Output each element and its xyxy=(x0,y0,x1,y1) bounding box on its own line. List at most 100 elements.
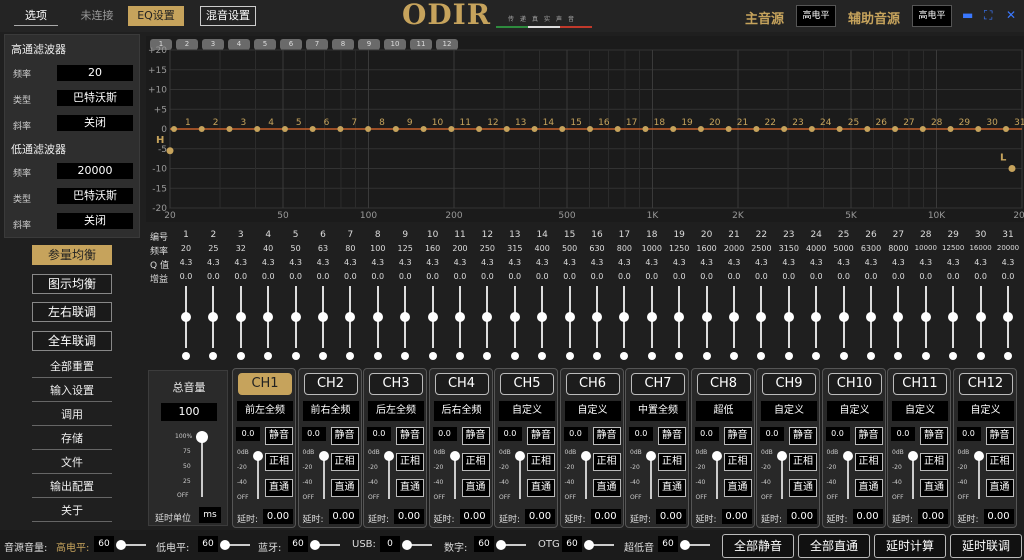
channel-volume-field[interactable]: 0.0 xyxy=(367,427,391,441)
nav-lr-link-button[interactable]: 左右联调 xyxy=(32,302,112,322)
close-icon[interactable]: ✕ xyxy=(1006,8,1016,22)
channel-volume-knob[interactable] xyxy=(973,451,984,461)
band-gain-knob[interactable] xyxy=(893,312,904,322)
eq-band-point[interactable] xyxy=(587,126,593,132)
band-gain[interactable]: 0.0 xyxy=(391,272,419,281)
channel-select-button[interactable]: CH9 xyxy=(762,373,816,395)
band-gain[interactable]: 0.0 xyxy=(994,272,1022,281)
channel-select-button[interactable]: CH1 xyxy=(238,373,292,395)
band-frequency[interactable]: 6300 xyxy=(857,244,885,253)
channel-mute-button[interactable]: 静音 xyxy=(592,427,621,445)
band-q[interactable]: 4.3 xyxy=(473,258,501,267)
band-bypass-toggle[interactable] xyxy=(702,352,711,360)
channel-phase-button[interactable]: 正相 xyxy=(723,453,752,471)
band-bypass-toggle[interactable] xyxy=(867,352,875,360)
hp-type-select[interactable]: 巴特沃斯 xyxy=(57,90,133,106)
band-frequency[interactable]: 1250 xyxy=(665,244,693,253)
band-q[interactable]: 4.3 xyxy=(391,258,419,267)
band-gain[interactable]: 0.0 xyxy=(556,272,584,281)
band-gain[interactable]: 0.0 xyxy=(693,272,721,281)
band-frequency[interactable]: 4000 xyxy=(802,244,830,253)
channel-mute-button[interactable]: 静音 xyxy=(723,427,752,445)
channel-mute-button[interactable]: 静音 xyxy=(527,427,555,445)
band-gain[interactable]: 0.0 xyxy=(446,272,474,281)
band-gain-knob[interactable] xyxy=(181,312,191,322)
channel-delay-field[interactable]: 0.00 xyxy=(852,509,883,524)
nav-store[interactable]: 存储 xyxy=(32,430,112,450)
nav-recall[interactable]: 调用 xyxy=(32,406,112,426)
band-gain[interactable]: 0.0 xyxy=(528,272,556,281)
aux-source-select[interactable]: 高电平 xyxy=(912,5,952,27)
channel-volume-knob[interactable] xyxy=(646,451,656,461)
band-q[interactable]: 4.3 xyxy=(830,258,858,267)
channel-bypass-button[interactable]: 直通 xyxy=(461,479,490,497)
band-bypass-toggle[interactable] xyxy=(593,352,601,360)
band-frequency[interactable]: 1600 xyxy=(693,244,721,253)
band-bypass-toggle[interactable] xyxy=(620,352,629,360)
band-q[interactable]: 4.3 xyxy=(665,258,693,267)
band-gain[interactable]: 0.0 xyxy=(775,272,803,281)
band-bypass-toggle[interactable] xyxy=(976,352,985,360)
band-gain[interactable]: 0.0 xyxy=(638,272,666,281)
nav-parametric-eq-button[interactable]: 参量均衡 xyxy=(32,245,112,265)
band-gain-knob[interactable] xyxy=(674,312,685,322)
band-q[interactable]: 4.3 xyxy=(583,258,611,267)
band-gain-knob[interactable] xyxy=(537,312,548,322)
band-q[interactable]: 4.3 xyxy=(556,258,584,267)
band-frequency[interactable]: 16000 xyxy=(967,244,995,252)
eq-band-point[interactable] xyxy=(836,126,843,132)
band-gain-knob[interactable] xyxy=(1003,312,1013,322)
band-frequency[interactable]: 200 xyxy=(446,244,474,253)
band-frequency[interactable]: 25 xyxy=(199,244,227,253)
band-gain[interactable]: 0.0 xyxy=(254,272,282,281)
band-gain[interactable]: 0.0 xyxy=(364,272,392,281)
channel-name-field[interactable]: 自定义 xyxy=(499,401,555,421)
channel-name-field[interactable]: 自定义 xyxy=(826,401,883,421)
band-gain-knob[interactable] xyxy=(783,312,794,322)
band-frequency[interactable]: 63 xyxy=(309,244,337,253)
band-bypass-toggle[interactable] xyxy=(483,352,492,360)
channel-volume-field[interactable]: 0.0 xyxy=(825,427,850,441)
band-frequency[interactable]: 160 xyxy=(419,244,447,253)
band-gain[interactable]: 0.0 xyxy=(665,272,693,281)
source-volume-knob[interactable] xyxy=(310,540,320,550)
delay-link-button[interactable]: 延时联调 xyxy=(950,534,1022,558)
channel-delay-field[interactable]: 0.00 xyxy=(328,509,359,524)
band-gain[interactable]: 0.0 xyxy=(720,272,748,281)
eq-band-point[interactable] xyxy=(1003,126,1009,132)
band-gain-knob[interactable] xyxy=(948,312,959,322)
bypass-all-button[interactable]: 全部直通 xyxy=(798,534,870,558)
band-bypass-toggle[interactable] xyxy=(538,352,547,360)
band-q[interactable]: 4.3 xyxy=(501,258,529,267)
nav-car-link-button[interactable]: 全车联调 xyxy=(32,331,112,351)
channel-mute-button[interactable]: 静音 xyxy=(854,427,883,445)
channel-delay-field[interactable]: 0.00 xyxy=(983,509,1014,524)
channel-volume-field[interactable]: 0.0 xyxy=(498,427,522,441)
band-frequency[interactable]: 100 xyxy=(364,244,392,253)
delay-unit-select[interactable]: ms xyxy=(199,507,221,523)
channel-volume-field[interactable]: 0.0 xyxy=(694,427,719,441)
band-bypass-toggle[interactable] xyxy=(1004,352,1012,360)
band-bypass-toggle[interactable] xyxy=(894,352,903,360)
band-gain-knob[interactable] xyxy=(482,312,493,322)
band-q[interactable]: 4.3 xyxy=(227,258,255,267)
channel-bypass-button[interactable]: 直通 xyxy=(330,479,359,497)
band-gain[interactable]: 0.0 xyxy=(912,272,940,281)
band-frequency[interactable]: 32 xyxy=(227,244,255,253)
band-gain-knob[interactable] xyxy=(838,312,849,322)
channel-volume-field[interactable]: 0.0 xyxy=(432,427,457,441)
channel-mute-button[interactable]: 静音 xyxy=(985,427,1014,445)
master-volume-track[interactable] xyxy=(201,437,203,497)
eq-band-point[interactable] xyxy=(392,126,399,132)
band-bypass-toggle[interactable] xyxy=(456,352,464,360)
lp-type-select[interactable]: 巴特沃斯 xyxy=(57,188,133,204)
band-q[interactable]: 4.3 xyxy=(693,258,721,267)
lp-slope-select[interactable]: 关闭 xyxy=(57,213,133,229)
channel-phase-button[interactable]: 正相 xyxy=(396,453,424,471)
source-volume-knob[interactable] xyxy=(116,540,126,550)
band-q[interactable]: 4.3 xyxy=(254,258,282,267)
nav-file[interactable]: 文件 xyxy=(32,454,112,474)
channel-name-field[interactable]: 后左全频 xyxy=(368,401,424,421)
band-gain[interactable]: 0.0 xyxy=(747,272,775,281)
band-q[interactable]: 4.3 xyxy=(309,258,337,267)
